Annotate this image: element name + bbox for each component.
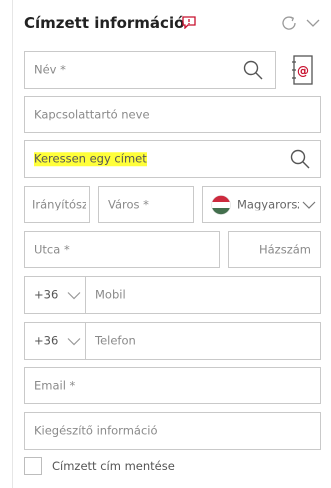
address-search-input[interactable]: Keressen egy címet — [24, 140, 321, 178]
phone-country-code-select[interactable]: +36 — [25, 323, 85, 359]
contact-name-placeholder: Kapcsolattartó neve — [34, 108, 150, 121]
address-search-placeholder: Keressen egy címet — [34, 152, 147, 166]
recipient-info-header: Címzett információ — [24, 8, 324, 36]
hungary-flag-icon — [211, 195, 231, 215]
search-icon[interactable] — [290, 149, 310, 169]
phone-input-group: +36 Telefon — [24, 322, 321, 360]
chevron-down-icon[interactable] — [306, 16, 320, 30]
country-value: Magyarország — [237, 198, 299, 211]
section-title: Címzett információ — [24, 14, 185, 32]
chevron-down-icon — [67, 292, 81, 300]
save-recipient-label[interactable]: Címzett cím mentése — [52, 459, 175, 473]
street-placeholder: Utca * — [34, 243, 70, 256]
refresh-icon[interactable] — [280, 14, 298, 32]
svg-text:@: @ — [297, 64, 309, 78]
phone-placeholder: Telefon — [95, 335, 136, 347]
street-input[interactable]: Utca * — [24, 231, 220, 268]
zip-input[interactable]: Irányítósz — [24, 186, 90, 223]
city-input[interactable]: Város * — [98, 186, 194, 223]
country-select[interactable]: Magyarország — [202, 186, 321, 223]
name-placeholder: Név * — [34, 64, 66, 76]
address-book-icon[interactable]: @ — [290, 54, 314, 86]
panel-left-border — [12, 0, 13, 488]
save-recipient-checkbox[interactable] — [24, 457, 42, 475]
name-input[interactable]: Név * — [24, 51, 276, 89]
mobile-country-code-select[interactable]: +36 — [25, 277, 85, 313]
mobile-prefix: +36 — [34, 289, 59, 301]
house-number-input[interactable]: Házszám — [228, 231, 321, 268]
mobile-input[interactable]: Mobil — [86, 277, 320, 313]
email-input[interactable]: Email * — [24, 367, 321, 404]
comment-alert-icon[interactable] — [182, 16, 196, 29]
mobile-placeholder: Mobil — [95, 289, 126, 301]
extra-info-input[interactable]: Kiegészítő információ — [24, 412, 321, 450]
city-placeholder: Város * — [108, 198, 149, 211]
search-icon[interactable] — [243, 60, 263, 80]
extra-info-placeholder: Kiegészítő információ — [34, 425, 158, 437]
contact-name-input[interactable]: Kapcsolattartó neve — [24, 96, 321, 133]
mobile-input-group: +36 Mobil — [24, 276, 321, 314]
zip-placeholder: Irányítósz — [32, 198, 86, 211]
chevron-down-icon — [302, 201, 316, 209]
chevron-down-icon — [67, 338, 81, 346]
house-number-placeholder: Házszám — [258, 243, 311, 256]
email-placeholder: Email * — [34, 379, 76, 392]
phone-input[interactable]: Telefon — [86, 323, 320, 359]
phone-prefix: +36 — [34, 335, 59, 347]
